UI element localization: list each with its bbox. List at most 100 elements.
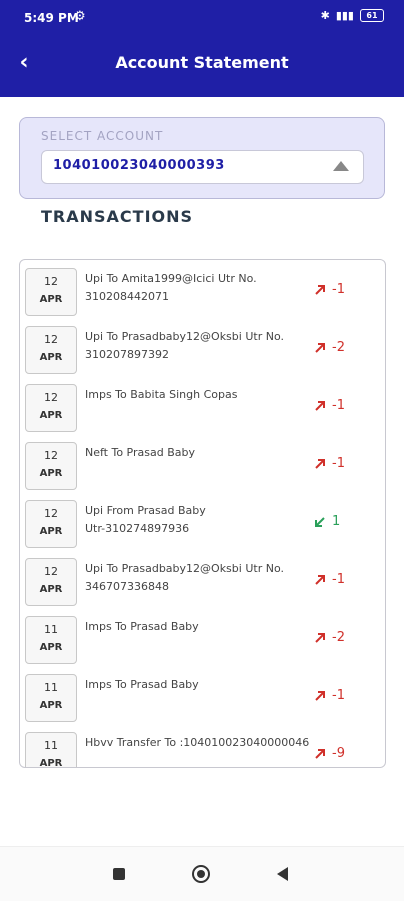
bluetooth-icon: ✱ (320, 9, 330, 22)
description-line-1: Imps To Babita Singh Copas (85, 388, 238, 401)
transaction-row[interactable]: 12 APR Upi To Amita1999@Icici Utr No. 31020… (20, 260, 385, 318)
description-line-2: 346707336848 (85, 580, 169, 593)
transaction-amount: -1 (314, 688, 345, 703)
amount-value: -1 (332, 282, 345, 297)
date-day: 12 (44, 449, 58, 462)
date-day: 11 (44, 623, 58, 636)
amount-value: -1 (332, 398, 345, 413)
date-day: 11 (44, 739, 58, 752)
account-dropdown-value: 104010023040000393 (53, 158, 225, 173)
arrow-down-left-icon (315, 516, 325, 527)
page-title: Account Statement (115, 53, 289, 72)
transaction-description: Upi To Prasadbaby12@Oksbi Utr No. 3467073… (85, 560, 310, 596)
select-account-card: SELECT ACCOUNT 104010023040000393 (19, 117, 385, 199)
transaction-amount: -1 (314, 456, 345, 471)
amount-value: -1 (332, 456, 345, 471)
date-badge: 12 APR (25, 326, 77, 374)
description-line-2: 310207897392 (85, 348, 169, 361)
description-line-1: Upi To Prasadbaby12@Oksbi Utr No. (85, 562, 284, 575)
date-day: 12 (44, 275, 58, 288)
amount-value: -1 (332, 572, 345, 587)
date-badge: 11 APR (25, 616, 77, 664)
date-badge: 12 APR (25, 558, 77, 606)
transaction-row[interactable]: 12 APR Upi From Prasad Baby Utr-31027489793… (20, 492, 385, 550)
settings-status-icon: ⚙ (74, 9, 86, 24)
transaction-description: Hbvv Transfer To :104010023040000046 (85, 734, 310, 752)
arrow-up-right-icon (315, 690, 325, 701)
date-month: APR (39, 410, 63, 421)
description-line-1: Neft To Prasad Baby (85, 446, 195, 459)
amount-value: 1 (332, 514, 341, 529)
arrow-up-right-icon (315, 284, 325, 295)
transactions-list[interactable]: 12 APR Upi To Amita1999@Icici Utr No. 31020… (19, 259, 386, 768)
transaction-row[interactable]: 11 APR Imps To Prasad Baby -1 (20, 666, 385, 724)
status-bar: 5:49 PM ⚙ ✱ ▮▮▮ 61 (0, 0, 404, 36)
transaction-description: Upi From Prasad Baby Utr-310274897936 (85, 502, 310, 538)
transaction-row[interactable]: 11 APR Imps To Prasad Baby -2 (20, 608, 385, 666)
arrow-up-right-icon (315, 458, 325, 469)
date-badge: 11 APR (25, 674, 77, 722)
transactions-heading: TRANSACTIONS (41, 207, 194, 226)
date-day: 12 (44, 565, 58, 578)
date-badge: 11 APR (25, 732, 77, 768)
transaction-description: Upi To Prasadbaby12@Oksbi Utr No. 3102078… (85, 328, 310, 364)
arrow-up-right-icon (315, 400, 325, 411)
status-time: 5:49 PM (24, 11, 79, 25)
amount-value: -2 (332, 630, 345, 645)
transaction-amount: -1 (314, 572, 345, 587)
select-account-label: SELECT ACCOUNT (41, 129, 164, 143)
description-line-1: Imps To Prasad Baby (85, 678, 199, 691)
amount-value: -1 (332, 688, 345, 703)
transaction-amount: -2 (314, 340, 345, 355)
date-badge: 12 APR (25, 442, 77, 490)
transaction-row[interactable]: 12 APR Imps To Babita Singh Copas -1 (20, 376, 385, 434)
signal-icon: ▮▮▮ (335, 9, 354, 22)
amount-value: -9 (332, 746, 345, 761)
transaction-amount: -9 (314, 746, 345, 761)
description-line-1: Upi To Amita1999@Icici Utr No. (85, 272, 257, 285)
transaction-amount: -1 (314, 282, 345, 297)
description-line-1: Hbvv Transfer To :104010023040000046 (85, 736, 310, 749)
amount-value: -2 (332, 340, 345, 355)
description-line-2: 310208442071 (85, 290, 169, 303)
transaction-description: Imps To Babita Singh Copas (85, 386, 310, 404)
date-month: APR (39, 700, 63, 711)
date-month: APR (39, 468, 63, 479)
transaction-description: Imps To Prasad Baby (85, 676, 310, 694)
transaction-description: Upi To Amita1999@Icici Utr No. 3102084420… (85, 270, 310, 306)
account-dropdown[interactable]: 104010023040000393 (41, 150, 364, 184)
transaction-row[interactable]: 11 APR Hbvv Transfer To :10401002304000004… (20, 724, 385, 768)
transaction-amount: 1 (314, 514, 340, 529)
transaction-row[interactable]: 12 APR Upi To Prasadbaby12@Oksbi Utr No. 34… (20, 550, 385, 608)
description-line-1: Upi To Prasadbaby12@Oksbi Utr No. (85, 330, 284, 343)
caret-up-icon (333, 161, 349, 171)
system-nav-bar (0, 846, 404, 901)
recents-icon[interactable] (113, 868, 125, 880)
arrow-up-right-icon (315, 574, 325, 585)
transaction-amount: -1 (314, 398, 345, 413)
date-day: 12 (44, 507, 58, 520)
date-day: 12 (44, 391, 58, 404)
transaction-row[interactable]: 12 APR Neft To Prasad Baby -1 (20, 434, 385, 492)
battery-icon: 61 (360, 9, 384, 22)
description-line-1: Imps To Prasad Baby (85, 620, 199, 633)
date-badge: 12 APR (25, 500, 77, 548)
date-badge: 12 APR (25, 384, 77, 432)
transaction-description: Imps To Prasad Baby (85, 618, 310, 636)
date-day: 11 (44, 681, 58, 694)
status-icons: ✱ ▮▮▮ 61 (321, 9, 384, 22)
home-icon[interactable] (192, 865, 210, 883)
transaction-row[interactable]: 12 APR Upi To Prasadbaby12@Oksbi Utr No. 31… (20, 318, 385, 376)
arrow-up-right-icon (315, 632, 325, 643)
date-month: APR (39, 758, 63, 768)
date-day: 12 (44, 333, 58, 346)
date-month: APR (39, 526, 63, 537)
date-badge: 12 APR (25, 268, 77, 316)
back-nav-icon[interactable] (277, 867, 288, 881)
app-header: 5:49 PM ⚙ ✱ ▮▮▮ 61 ‹ Account Statement (0, 0, 404, 97)
transaction-amount: -2 (314, 630, 345, 645)
date-month: APR (39, 642, 63, 653)
transaction-description: Neft To Prasad Baby (85, 444, 310, 462)
arrow-up-right-icon (315, 342, 325, 353)
date-month: APR (39, 584, 63, 595)
